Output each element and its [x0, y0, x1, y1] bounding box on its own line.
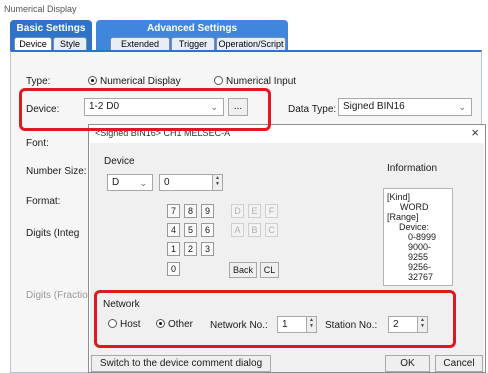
font-label: Font:	[26, 138, 49, 149]
info-kind-label: [Kind]	[387, 192, 411, 202]
device-value: 1-2 D0	[89, 101, 120, 112]
device-type-select[interactable]: D ⌄	[107, 174, 153, 191]
chevron-down-icon: ⌄	[458, 102, 466, 112]
key-c: C	[265, 223, 278, 237]
spin-arrows-icon[interactable]: ▲ ▼	[417, 317, 427, 332]
key-5[interactable]: 5	[184, 223, 197, 237]
digits-integer-label: Digits (Integ	[26, 228, 80, 239]
data-type-value: Signed BIN16	[343, 101, 405, 112]
radio-empty-icon	[108, 319, 117, 328]
radio-numerical-input[interactable]: Numerical Input	[214, 76, 296, 87]
device-label: Device:	[26, 104, 60, 115]
information-box: [Kind] WORD [Range] Device: 0-8999 9000-…	[383, 188, 453, 286]
chevron-down-icon: ⌄	[139, 178, 147, 188]
type-label: Type:	[26, 76, 51, 87]
data-type-select[interactable]: Signed BIN16 ⌄	[338, 98, 472, 116]
close-icon[interactable]: ×	[471, 125, 479, 140]
data-type-label: Data Type:	[288, 104, 337, 115]
chevron-down-icon: ⌄	[210, 102, 218, 112]
key-d: D	[231, 204, 244, 218]
spin-arrows-icon[interactable]: ▲ ▼	[212, 175, 222, 190]
station-no-label: Station No.:	[325, 320, 378, 331]
key-2[interactable]: 2	[184, 242, 197, 256]
radio-numerical-display[interactable]: Numerical Display	[88, 76, 181, 87]
key-7[interactable]: 7	[167, 204, 180, 218]
switch-comment-dialog-button[interactable]: Switch to the device comment dialog	[91, 355, 271, 372]
key-0[interactable]: 0	[167, 262, 180, 276]
radio-host[interactable]: Host	[108, 319, 141, 330]
window-title: Numerical Display	[4, 4, 77, 14]
radio-selected-icon	[156, 319, 165, 328]
back-button[interactable]: Back	[229, 262, 257, 278]
digits-fraction-label: Digits (Fractio	[26, 290, 88, 301]
tab-advanced-settings-label: Advanced Settings	[146, 23, 238, 34]
device-browse-button[interactable]: ...	[228, 98, 248, 116]
info-device-label: Device:	[399, 222, 430, 232]
device-type-value: D	[112, 177, 120, 188]
dialog-title: <Signed BIN16> CH1 MELSEC-A	[95, 128, 231, 138]
device-number-value: 0	[164, 177, 170, 188]
network-no-input[interactable]: 1 ▲ ▼	[277, 316, 317, 333]
network-no-label: Network No.:	[210, 320, 268, 331]
spin-arrows-icon[interactable]: ▲ ▼	[306, 317, 316, 332]
ok-button[interactable]: OK	[385, 355, 430, 372]
number-size-label: Number Size:	[26, 166, 87, 177]
info-range-1: 0-8999	[408, 232, 437, 242]
device-combo[interactable]: 1-2 D0 ⌄	[84, 98, 224, 116]
device-group-label: Device	[104, 156, 135, 167]
info-kind-value: WORD	[400, 202, 429, 212]
key-4[interactable]: 4	[167, 223, 180, 237]
key-3[interactable]: 3	[201, 242, 214, 256]
info-range-3: 9256-32767	[408, 262, 434, 282]
network-no-value: 1	[282, 319, 288, 330]
radio-selected-icon	[88, 76, 97, 85]
key-1[interactable]: 1	[167, 242, 180, 256]
information-label: Information	[387, 163, 438, 174]
station-no-value: 2	[393, 319, 399, 330]
tab-basic-settings-label: Basic Settings	[16, 23, 86, 34]
key-6[interactable]: 6	[201, 223, 214, 237]
key-a: A	[231, 223, 244, 237]
key-9[interactable]: 9	[201, 204, 214, 218]
radio-other[interactable]: Other	[156, 319, 193, 330]
key-f: F	[265, 204, 278, 218]
key-e: E	[248, 204, 261, 218]
network-group-label: Network	[103, 299, 140, 310]
key-8[interactable]: 8	[184, 204, 197, 218]
info-range-label: [Range]	[387, 212, 419, 222]
key-b: B	[248, 223, 261, 237]
cancel-button[interactable]: Cancel	[435, 355, 483, 372]
device-number-input[interactable]: 0 ▲ ▼	[159, 174, 223, 191]
radio-empty-icon	[214, 76, 223, 85]
station-no-input[interactable]: 2 ▲ ▼	[388, 316, 428, 333]
info-range-2: 9000-9255	[408, 242, 432, 262]
clear-button[interactable]: CL	[260, 262, 279, 278]
format-label: Format:	[26, 196, 61, 207]
